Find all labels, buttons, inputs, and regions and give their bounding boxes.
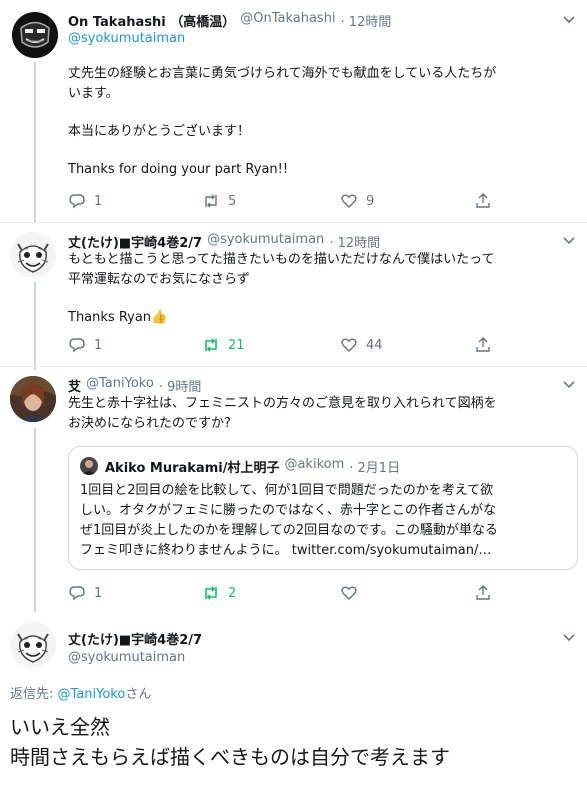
share-button[interactable] <box>474 192 492 210</box>
retweet-count: 5 <box>228 193 237 209</box>
tweet-text-line: Thanks Ryan👍 <box>68 310 168 325</box>
display-name[interactable]: On Takahashi （高橋温） <box>68 11 235 30</box>
retweet-icon <box>205 194 217 208</box>
tweet-text-line: 平常運転なのでお気になさらず <box>68 272 250 287</box>
display-name[interactable]: 丈(たけ)■宇崎4巻2/7 <box>68 629 202 648</box>
retweet-count: 2 <box>228 585 237 601</box>
quoted-display-name: Akiko Murakami/村上明子 <box>105 461 280 476</box>
thread-line <box>34 282 36 370</box>
display-name[interactable]: 丈(たけ)■宇崎4巻2/7 <box>68 232 202 251</box>
tweet-text-line: もともと描こうと思ってた描きたいものを描いただけなんで僕はいたって <box>68 252 495 267</box>
reply-count: 1 <box>94 193 103 209</box>
divider <box>0 222 587 223</box>
share-icon <box>476 193 490 208</box>
reply-icon <box>69 338 85 353</box>
quoted-text-line: フェミ叩きに終わりませんように。 twitter.com/syokumutaim… <box>80 543 492 558</box>
reply-button[interactable]: 1 <box>68 336 102 354</box>
display-name[interactable]: 𦫿 <box>68 376 81 395</box>
tweet-text-line: お決めになられたのですか? <box>68 416 231 431</box>
avatar[interactable] <box>10 622 56 668</box>
tweet-text-line <box>68 104 496 122</box>
retweet-icon <box>205 586 217 600</box>
like-button[interactable] <box>340 584 366 602</box>
share-button[interactable] <box>474 584 492 602</box>
quoted-tweet[interactable]: Akiko Murakami/村上明子 @akikom · 2月1日 1回目と2… <box>68 446 578 570</box>
avatar[interactable] <box>12 12 58 58</box>
share-button[interactable] <box>474 336 492 354</box>
chevron-down-icon[interactable] <box>562 378 576 392</box>
retweet-button[interactable]: 21 <box>202 336 245 354</box>
retweet-button[interactable]: 5 <box>202 192 236 210</box>
reply-count: 1 <box>94 585 103 601</box>
handle[interactable]: @syokumutaiman <box>68 650 185 665</box>
like-icon <box>341 338 357 352</box>
reply-suffix: さん <box>125 687 152 702</box>
quoted-handle: @akikom <box>284 457 345 472</box>
timestamp[interactable]: · 9時間 <box>159 376 202 395</box>
handle[interactable]: @OnTakahashi <box>240 11 335 30</box>
thread-line <box>34 62 36 222</box>
quoted-timestamp: · 2月1日 <box>349 461 401 476</box>
retweet-button[interactable]: 2 <box>202 584 236 602</box>
reply-label: 返信先: <box>10 687 54 702</box>
tweet-text-line: 丈先生の経験とお言葉に勇気づけられて海外でも献血をしている人たちが <box>68 66 497 81</box>
avatar-image <box>12 12 58 58</box>
like-button[interactable]: 44 <box>340 336 383 354</box>
quoted-text-line: しい。オタクがフェミに勝ったのではなく、赤十字とこの作者さんがな <box>80 503 497 518</box>
handle[interactable]: @TaniYoko <box>86 376 154 395</box>
handle[interactable]: @syokumutaiman <box>207 232 324 251</box>
tweet-text-line <box>68 142 496 160</box>
reply-to-handle[interactable]: @TaniYoko <box>58 687 126 702</box>
share-icon <box>476 585 490 600</box>
reply-count: 1 <box>94 337 103 353</box>
tweet-text-line: 先生と赤十字社は、フェミニストの方々のご意見を取り入れられて図柄を <box>68 396 497 411</box>
retweet-icon <box>205 338 217 352</box>
like-count: 9 <box>366 193 375 209</box>
tweet-text-line: います。 <box>68 86 119 101</box>
main-tweet-text: いいえ全然 時間さえもらえば描くべきものは自分で考えます <box>10 712 450 772</box>
chevron-down-icon[interactable] <box>562 631 576 645</box>
avatar-image <box>10 376 56 422</box>
tweet-text-line <box>68 290 495 308</box>
like-icon <box>341 194 357 208</box>
thread-line <box>34 428 36 612</box>
reply-icon <box>69 586 85 601</box>
tweet-text-line: Thanks for doing your part Ryan!! <box>68 162 289 177</box>
like-count: 44 <box>366 337 383 353</box>
timestamp[interactable]: · 12時間 <box>329 232 380 251</box>
retweet-count: 21 <box>228 337 245 353</box>
divider <box>0 366 587 367</box>
avatar-image <box>10 232 56 278</box>
quoted-avatar <box>80 457 98 475</box>
avatar[interactable] <box>10 232 56 278</box>
quoted-text-line: ぜ1回目が炎上したのかを理解しての2回目なのです。この騒動が単なる <box>80 523 498 538</box>
reply-context: 返信先: @TaniYokoさん <box>10 683 151 702</box>
like-icon <box>341 586 357 600</box>
avatar[interactable] <box>10 376 56 422</box>
reply-button[interactable]: 1 <box>68 192 102 210</box>
quoted-avatar-image <box>80 457 98 475</box>
timestamp[interactable]: · 12時間 <box>341 11 392 30</box>
main-tweet-line: 時間さえもらえば描くべきものは自分で考えます <box>10 745 450 769</box>
reply-to-handle[interactable]: @syokumutaiman <box>68 31 185 46</box>
main-tweet-line: いいえ全然 <box>10 715 110 739</box>
reply-button[interactable]: 1 <box>68 584 102 602</box>
tweet-text-line: 本当にありがとうございます！ <box>68 124 251 139</box>
avatar-image <box>10 622 56 668</box>
reply-icon <box>69 194 85 209</box>
share-icon <box>476 337 490 352</box>
quoted-text-line: 1回目と2回目の絵を比較して、何が1回目で問題だったのかを考えて欲 <box>80 483 494 498</box>
chevron-down-icon[interactable] <box>562 234 576 248</box>
chevron-down-icon[interactable] <box>562 13 576 27</box>
like-button[interactable]: 9 <box>340 192 374 210</box>
